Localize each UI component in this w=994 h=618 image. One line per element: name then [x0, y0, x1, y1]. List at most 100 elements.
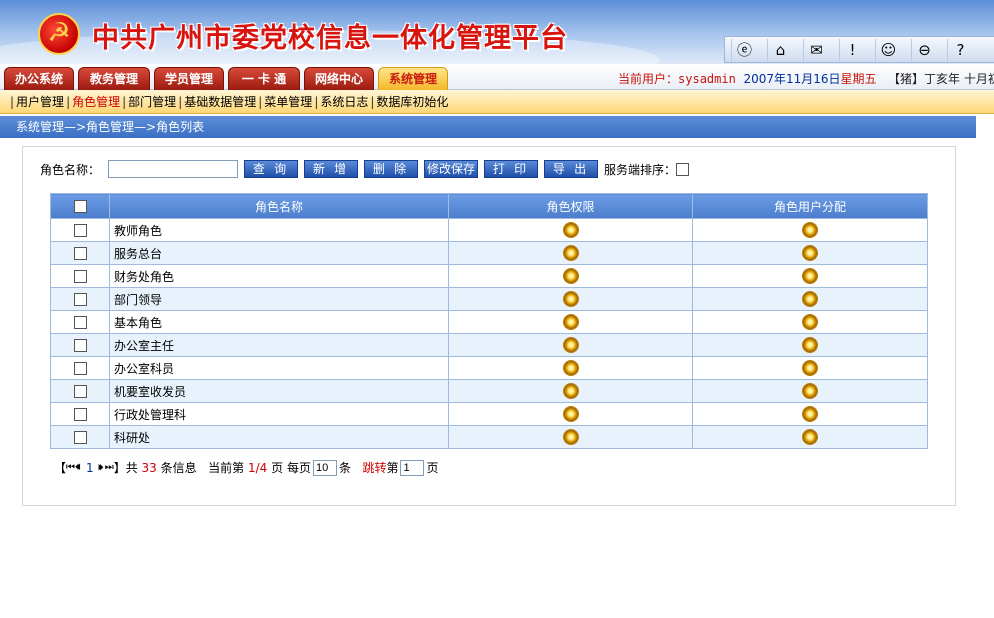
user-help-icon[interactable]: ?	[947, 38, 973, 61]
submenu-menu-management[interactable]: 菜单管理	[264, 95, 312, 109]
row-checkbox[interactable]	[73, 224, 87, 237]
row-checkbox[interactable]	[73, 362, 87, 375]
last-page-icon[interactable]: ⏭	[105, 462, 114, 473]
row-checkbox[interactable]	[73, 293, 87, 306]
role-name-cell: 办公室科员	[109, 356, 449, 380]
row-checkbox-cell	[50, 402, 110, 426]
submenu-system-log[interactable]: 系统日志	[320, 95, 368, 109]
tab-one-card[interactable]: 一 卡 通	[228, 67, 300, 90]
delete-button[interactable]: 删 除	[364, 160, 419, 178]
submenu-basic-data-management[interactable]: 基础数据管理	[184, 95, 256, 109]
role-permission-cell	[448, 287, 693, 311]
submenu-database-init[interactable]: 数据库初始化	[376, 95, 448, 109]
row-checkbox[interactable]	[73, 339, 87, 352]
per-page-prefix: 每页	[286, 461, 311, 475]
role-permission-cell	[448, 402, 693, 426]
first-page-icon[interactable]: ⏮	[66, 462, 75, 473]
role-permission-cell	[448, 310, 693, 334]
mail-icon[interactable]: ✉	[803, 38, 829, 61]
table-row: 行政处管理科	[50, 402, 928, 426]
add-button[interactable]: 新 增	[304, 160, 359, 178]
table-row: 办公室科员	[50, 356, 928, 380]
role-name-cell: 办公室主任	[109, 333, 449, 357]
role-name-input[interactable]	[108, 160, 239, 178]
assign-gear-icon[interactable]	[803, 430, 817, 445]
search-bar: 角色名称： 查 询 新 增 删 除 修改保存 打 印 导 出 服务端排序：	[40, 160, 690, 178]
total-suffix: 条信息	[160, 461, 197, 475]
permission-gear-icon[interactable]	[563, 246, 578, 261]
next-page-icon[interactable]: ⏵⏵	[98, 463, 104, 473]
permission-gear-icon[interactable]	[563, 430, 578, 445]
assign-gear-icon[interactable]	[803, 223, 817, 238]
query-button[interactable]: 查 询	[244, 160, 299, 178]
permission-gear-icon[interactable]	[563, 384, 578, 399]
tab-network-center[interactable]: 网络中心	[304, 67, 374, 90]
permission-gear-icon[interactable]	[563, 407, 578, 422]
export-button[interactable]: 导 出	[544, 160, 599, 178]
role-assign-cell	[692, 241, 928, 265]
permission-gear-icon[interactable]	[563, 361, 578, 376]
assign-gear-icon[interactable]	[803, 269, 817, 284]
current-weekday: 星期五	[840, 72, 877, 86]
app-window: ☭ 中共广州市委党校信息一体化管理平台 ⓔ ⌂ ✉! ☺ ⊖? 办公系统 教务管理 学员…	[0, 0, 994, 618]
permission-gear-icon[interactable]	[563, 223, 578, 238]
jump-label[interactable]: 跳转	[362, 459, 386, 476]
breadcrumb: 系统管理—>角色管理—>角色列表	[0, 116, 976, 138]
assign-gear-icon[interactable]	[803, 407, 817, 422]
per-page-input[interactable]	[312, 459, 337, 476]
smile-icon[interactable]: ☺	[875, 38, 901, 61]
row-checkbox[interactable]	[73, 316, 87, 329]
save-changes-button[interactable]: 修改保存	[424, 160, 479, 178]
tab-system-management[interactable]: 系统管理	[378, 67, 448, 90]
row-checkbox[interactable]	[73, 247, 87, 260]
role-name-cell: 财务处角色	[109, 264, 449, 288]
row-checkbox[interactable]	[73, 270, 87, 283]
role-assign-cell	[692, 218, 928, 242]
header-role-name[interactable]: 角色名称	[109, 193, 449, 219]
table-row: 办公室主任	[50, 333, 928, 357]
role-name-cell: 基本角色	[109, 310, 449, 334]
row-checkbox-cell	[50, 241, 110, 265]
page-link-1[interactable]: 1	[86, 461, 94, 475]
permission-gear-icon[interactable]	[563, 315, 578, 330]
assign-gear-icon[interactable]	[803, 338, 817, 353]
select-all-checkbox[interactable]	[73, 200, 87, 213]
user-info: 当前用户：sysadmin 2007年11月16日星期五 【猪】丁亥年 十月初七	[618, 70, 994, 87]
ie-icon[interactable]: ⓔ	[731, 38, 757, 61]
permission-gear-icon[interactable]	[563, 292, 578, 307]
assign-gear-icon[interactable]	[803, 361, 817, 376]
row-checkbox-cell	[50, 310, 110, 334]
header-role-permission[interactable]: 角色权限	[448, 193, 693, 219]
tab-student-management[interactable]: 学员管理	[154, 67, 224, 90]
prev-page-icon[interactable]: ⏴⏴	[75, 463, 81, 473]
assign-gear-icon[interactable]	[803, 315, 817, 330]
home-icon[interactable]: ⌂	[767, 38, 793, 61]
assign-gear-icon[interactable]	[803, 292, 817, 307]
stop-icon[interactable]: ⊖	[911, 38, 937, 61]
table-row: 科研处	[50, 425, 928, 449]
print-button[interactable]: 打 印	[484, 160, 539, 178]
assign-gear-icon[interactable]	[803, 246, 817, 261]
submenu-role-management[interactable]: 角色管理	[72, 95, 120, 109]
table-row: 财务处角色	[50, 264, 928, 288]
tab-teaching-management[interactable]: 教务管理	[78, 67, 150, 90]
row-checkbox-cell	[50, 379, 110, 403]
role-name-cell: 部门领导	[109, 287, 449, 311]
jump-page-input[interactable]	[400, 459, 425, 476]
assign-gear-icon[interactable]	[803, 384, 817, 399]
row-checkbox[interactable]	[73, 408, 87, 421]
header-role-user-assign[interactable]: 角色用户分配	[692, 193, 928, 219]
row-checkbox-cell	[50, 333, 110, 357]
tab-office-system[interactable]: 办公系统	[4, 67, 74, 90]
permission-gear-icon[interactable]	[563, 269, 578, 284]
row-checkbox[interactable]	[73, 431, 87, 444]
permission-gear-icon[interactable]	[563, 338, 578, 353]
alert-icon[interactable]: !	[839, 38, 865, 61]
row-checkbox[interactable]	[73, 385, 87, 398]
role-permission-cell	[448, 241, 693, 265]
table-header-row: 角色名称 角色权限 角色用户分配	[50, 193, 928, 219]
server-sort-checkbox[interactable]	[676, 162, 690, 176]
submenu-department-management[interactable]: 部门管理	[128, 95, 176, 109]
role-name-cell: 科研处	[109, 425, 449, 449]
submenu-user-management[interactable]: 用户管理	[16, 95, 64, 109]
